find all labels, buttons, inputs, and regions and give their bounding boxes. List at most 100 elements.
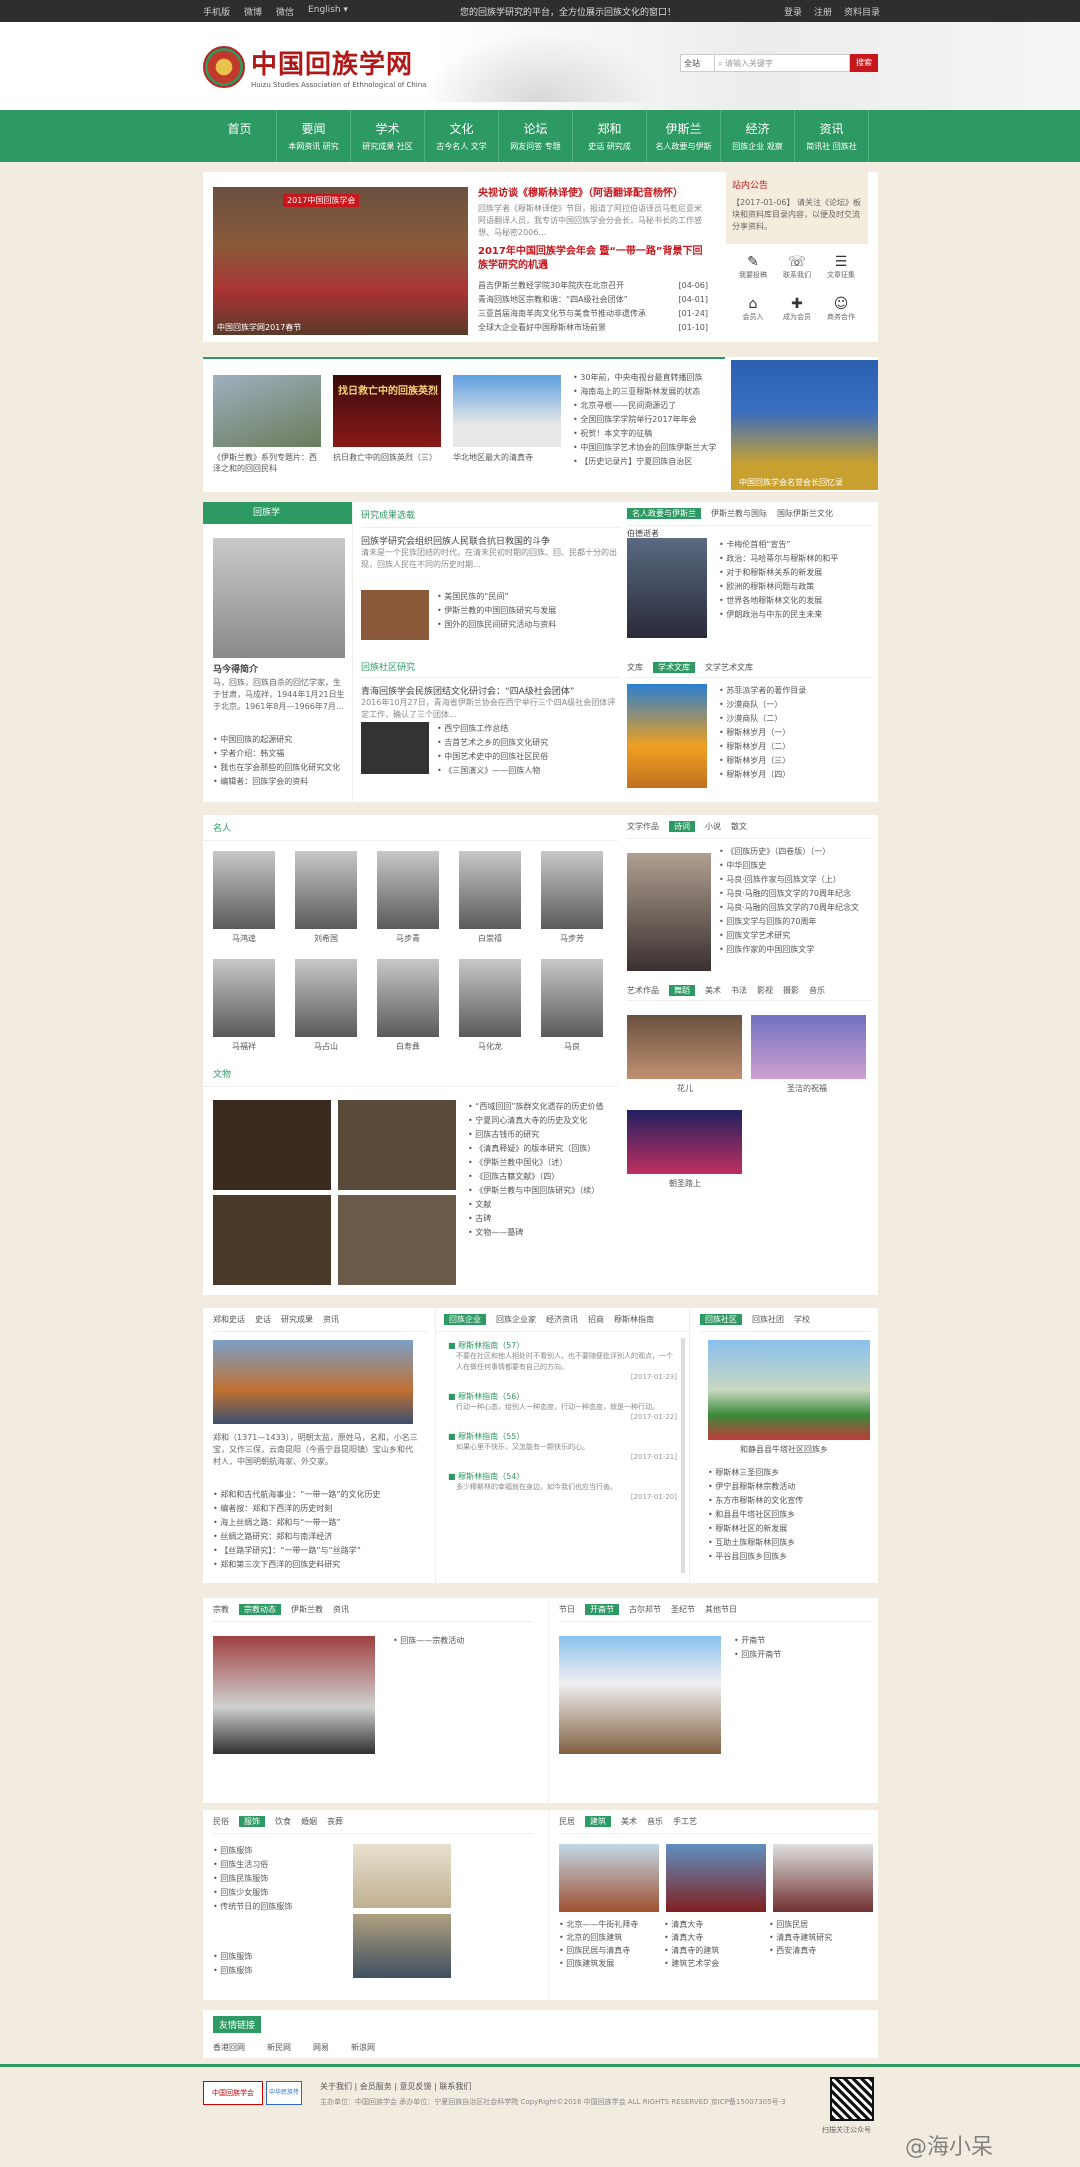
list-item[interactable]: • 马良·马融的回族文学的70周年纪念 bbox=[719, 887, 871, 901]
list-item[interactable]: • 学者介绍：韩文福 bbox=[213, 747, 345, 761]
person-name[interactable]: 马占山 bbox=[295, 1041, 357, 1052]
person-photo[interactable] bbox=[377, 851, 439, 929]
politics-tab[interactable]: 名人政要与伊斯兰 bbox=[627, 508, 701, 519]
library-photo[interactable] bbox=[627, 684, 707, 788]
feature-caption-1[interactable]: 《伊斯兰教》系列专题片：西泽之和的回回民科 bbox=[213, 452, 321, 474]
architecture-item[interactable]: • 回族建筑发展 bbox=[559, 1957, 664, 1970]
art-caption-2[interactable]: 圣洁的祝福 bbox=[787, 1083, 827, 1094]
nav-item-1[interactable]: 要闻 本网资讯 研究 bbox=[277, 110, 351, 162]
literature-tab-3[interactable]: 小说 bbox=[705, 822, 721, 831]
enterprise-tab[interactable]: 回族企业 bbox=[444, 1314, 486, 1325]
list-item[interactable]: • 宁夏同心清真大寺的历史及文化 bbox=[468, 1114, 613, 1128]
list-item[interactable]: • 《回族古籍文献》（四） bbox=[468, 1170, 613, 1184]
art-caption-3[interactable]: 朝圣路上 bbox=[669, 1178, 701, 1189]
list-item[interactable]: • 回族——宗教活动 bbox=[393, 1634, 533, 1648]
list-item[interactable]: • 伊斯兰教的中国回族研究与发展 bbox=[437, 604, 617, 618]
nav-item-5[interactable]: 郑和 史话 研究成 bbox=[573, 110, 647, 162]
list-item[interactable]: • 《三国演义》——回族人物 bbox=[437, 764, 617, 778]
list-item[interactable]: • 编辑者：回族学会的资料 bbox=[213, 775, 345, 789]
list-item[interactable]: • 回族开斋节 bbox=[734, 1648, 864, 1662]
list-item[interactable]: • 穆斯林岁月（一） bbox=[719, 726, 869, 740]
community-tab-2[interactable]: 回族社团 bbox=[752, 1315, 784, 1324]
architecture-item[interactable]: • 清真寺的建筑 bbox=[664, 1944, 769, 1957]
quick-link-0[interactable]: ✎ 我要投稿 bbox=[736, 254, 770, 280]
architecture-item[interactable]: • 清真大寺 bbox=[664, 1918, 769, 1931]
architecture-item[interactable]: • 北京——牛街礼拜寺 bbox=[559, 1918, 664, 1931]
list-item[interactable]: • 中国艺术史中的回族社区民俗 bbox=[437, 750, 617, 764]
list-item[interactable]: • 文献 bbox=[468, 1198, 613, 1212]
list-item[interactable]: • 回族作家的中国回族文学 bbox=[719, 943, 871, 957]
footer-links[interactable]: 关于我们 | 会员服务 | 意见反馈 | 联系我们 bbox=[320, 2081, 471, 2092]
headline-2[interactable]: 2017年中国回族学会年会 暨“一带一路”背景下回族学研究的机遇 bbox=[478, 245, 708, 273]
list-item[interactable]: • 中华回族史 bbox=[719, 859, 871, 873]
research-photo-1[interactable] bbox=[361, 590, 429, 640]
custom-tab-2[interactable]: 婚姻 bbox=[301, 1817, 317, 1826]
search-button[interactable]: 搜索 bbox=[850, 54, 878, 72]
nav-item-6[interactable]: 伊斯兰 名人政要与伊斯 bbox=[647, 110, 721, 162]
person-name[interactable]: 马步青 bbox=[377, 933, 439, 944]
weixin-link[interactable]: 微信 bbox=[276, 5, 294, 18]
art-tab[interactable]: 艺术作品 bbox=[627, 986, 659, 995]
community-tab[interactable]: 回族社区 bbox=[700, 1314, 742, 1325]
architecture-photo-1[interactable] bbox=[559, 1844, 659, 1912]
relic-photo-2[interactable] bbox=[338, 1100, 456, 1190]
relic-photo-1[interactable] bbox=[213, 1100, 331, 1190]
person-photo[interactable] bbox=[295, 851, 357, 929]
quick-link-5[interactable]: ☺ 商务合作 bbox=[824, 296, 858, 322]
list-item[interactable]: • 祝贺！本文字的征稿 bbox=[573, 427, 718, 441]
enterprise-tab-4[interactable]: 招商 bbox=[588, 1315, 604, 1324]
art-tab-0[interactable]: 舞蹈 bbox=[669, 985, 695, 996]
architecture-item[interactable]: • 清真大寺 bbox=[664, 1931, 769, 1944]
architecture-item[interactable]: • 回族民居 bbox=[769, 1918, 874, 1931]
list-item[interactable]: • 全国回族学学院举行2017年年会 bbox=[573, 413, 718, 427]
lit-tab[interactable]: 文库 bbox=[627, 663, 643, 672]
friend-link[interactable]: 新浪网 bbox=[351, 2042, 375, 2053]
zhenghe-ship-image[interactable] bbox=[213, 1340, 413, 1424]
religion-tab-4[interactable]: 资讯 bbox=[333, 1605, 349, 1614]
architecture-item[interactable]: • 建筑艺术学会 bbox=[664, 1957, 769, 1970]
feature-photo-3[interactable] bbox=[453, 375, 561, 447]
scholar-tab[interactable]: 回族学 bbox=[203, 502, 352, 524]
architecture-item[interactable]: • 回族民居与清真寺 bbox=[559, 1944, 664, 1957]
list-item[interactable]: • 穆斯林社区的新发展 bbox=[708, 1522, 870, 1536]
person-photo[interactable] bbox=[377, 959, 439, 1037]
literature-tab[interactable]: 文学作品 bbox=[627, 822, 659, 831]
language-dropdown[interactable]: English ▾ bbox=[308, 5, 348, 18]
person-photo[interactable] bbox=[213, 959, 275, 1037]
list-item[interactable]: • 平谷县回族乡回族乡 bbox=[708, 1550, 870, 1564]
relics-tab[interactable]: 文物 bbox=[203, 1061, 618, 1087]
art-tab-5[interactable]: 音乐 bbox=[809, 986, 825, 995]
friend-link[interactable]: 新民网 bbox=[267, 2042, 291, 2053]
community-tab-3[interactable]: 学校 bbox=[794, 1315, 810, 1324]
community-photo[interactable] bbox=[708, 1340, 870, 1440]
festival-tab-3[interactable]: 古尔邦节 bbox=[629, 1605, 661, 1614]
person-photo[interactable] bbox=[541, 959, 603, 1037]
relic-photo-4[interactable] bbox=[338, 1195, 456, 1285]
list-item[interactable]: • 《伊斯兰教与中国回族研究》（续） bbox=[468, 1184, 613, 1198]
list-item[interactable]: • 郑和和古代航海事业：“一带一路”的文化历史 bbox=[213, 1488, 423, 1502]
list-item[interactable]: • 开斋节 bbox=[734, 1634, 864, 1648]
list-item[interactable]: • 卡梅伦首相“宣告” bbox=[719, 538, 869, 552]
architecture-tab-1[interactable]: 美术 bbox=[621, 1817, 637, 1826]
festival-tab-5[interactable]: 其他节日 bbox=[705, 1605, 737, 1614]
lit-tab-3[interactable]: 文学艺术文库 bbox=[705, 663, 753, 672]
list-item[interactable]: • 穆斯林岁月（三） bbox=[719, 754, 869, 768]
notice-text[interactable]: 【2017-01-06】 请关注《论坛》板块和资料库目录内容，以便及时交流分享资… bbox=[732, 197, 862, 233]
art-tab-4[interactable]: 摄影 bbox=[783, 986, 799, 995]
lit-tab-2[interactable]: 学术文库 bbox=[653, 662, 695, 673]
list-item[interactable]: • 回族服饰 bbox=[213, 1844, 343, 1858]
research-photo-2[interactable] bbox=[361, 722, 429, 774]
list-item[interactable]: • 欧洲的穆斯林问题与政策 bbox=[719, 580, 869, 594]
enterprise-item[interactable]: ■ 穆斯林指南（54） 多少穆斯林的幸福就在身边，如今我们也应当行善。 [2017-… bbox=[448, 1471, 677, 1501]
literature-tab-2[interactable]: 诗词 bbox=[669, 821, 695, 832]
list-item[interactable]: • 【丝路学研究】：“一带一路”与“丝路学” bbox=[213, 1544, 423, 1558]
architecture-tab-3[interactable]: 手工艺 bbox=[673, 1817, 697, 1826]
list-item[interactable]: • 回族服饰 bbox=[213, 1964, 343, 1978]
architecture-photo-3[interactable] bbox=[773, 1844, 873, 1912]
religion-tab-2[interactable]: 宗教动态 bbox=[239, 1604, 281, 1615]
list-item[interactable]: • 国外的回族民间研究活动与资料 bbox=[437, 618, 617, 632]
list-item[interactable]: • 回族文学与回族的70周年 bbox=[719, 915, 871, 929]
list-item[interactable]: • 互助土族穆斯林回族乡 bbox=[708, 1536, 870, 1550]
news-item[interactable]: 青海回族地区宗教和谐：“四A级社会团体” [04-01] bbox=[478, 293, 708, 307]
architecture-item[interactable]: • 清真寺建筑研究 bbox=[769, 1931, 874, 1944]
